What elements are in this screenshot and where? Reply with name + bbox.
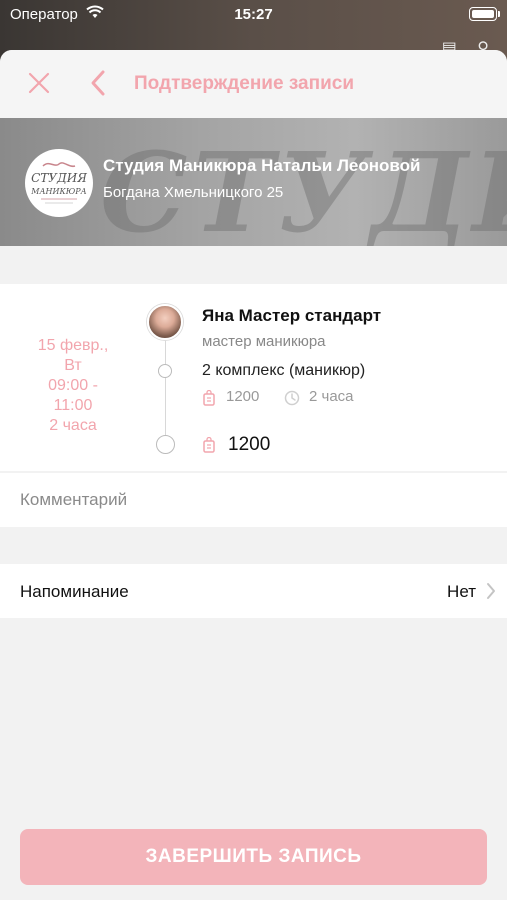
service-price: 1200 [226,388,260,405]
appointment-date: 15 февр., [37,337,109,354]
close-icon [28,72,50,94]
clock: 15:27 [234,6,273,23]
reminder-label: Напоминание [20,582,129,601]
total-price-icon [202,436,216,458]
appointment-time-start: 09:00 - [48,377,98,394]
page-title: Подтверждение записи [134,73,354,94]
service-duration: 2 часа [309,388,354,405]
master-role: мастер маникюра [202,333,326,350]
total-price: 1200 [228,434,271,455]
timeline-dot [158,364,172,378]
appointment-weekday: Вт [64,357,82,374]
battery-icon [469,7,500,21]
appointment-time-end: 11:00 [53,397,93,414]
comment-row [0,473,507,527]
price-tag-icon [202,389,216,411]
master-avatar [147,304,183,340]
comment-input[interactable] [20,473,490,527]
service-name: 2 комплекс (маникюр) [202,362,366,379]
appointment-datetime: 15 февр., Вт 09:00 - 11:00 2 часа [18,336,128,436]
navigation-bar: Подтверждение записи [0,50,507,118]
chevron-left-icon [91,70,105,96]
chevron-right-icon [485,581,497,606]
salon-header: СТУДИЯ СТУДИЯ МАНИКЮРА Студия Маникюра Н… [0,118,507,246]
finish-booking-button[interactable]: ЗАВЕРШИТЬ ЗАПИСЬ [20,829,487,885]
timeline-dot-total [156,435,175,454]
timeline-line [165,340,166,440]
svg-text:МАНИКЮРА: МАНИКЮРА [30,187,86,196]
salon-logo: СТУДИЯ МАНИКЮРА [25,149,93,217]
status-bar: Оператор 15:27 [0,0,507,30]
reminder-value: Нет [447,582,476,601]
booking-sheet: Подтверждение записи СТУДИЯ СТУДИЯ МАНИК… [0,50,507,900]
appointment-card: 15 февр., Вт 09:00 - 11:00 2 часа Яна Ма… [0,284,507,471]
close-button[interactable] [26,70,52,96]
svg-text:СТУДИЯ: СТУДИЯ [31,171,87,185]
clock-icon [284,390,300,411]
salon-name: Студия Маникюра Натальи Леоновой [103,156,421,175]
reminder-row[interactable]: Напоминание Нет [0,564,507,618]
appointment-duration: 2 часа [49,417,97,434]
back-button[interactable] [88,68,110,98]
master-name: Яна Мастер стандарт [202,306,382,325]
salon-address: Богдана Хмельницкого 25 [103,184,284,201]
